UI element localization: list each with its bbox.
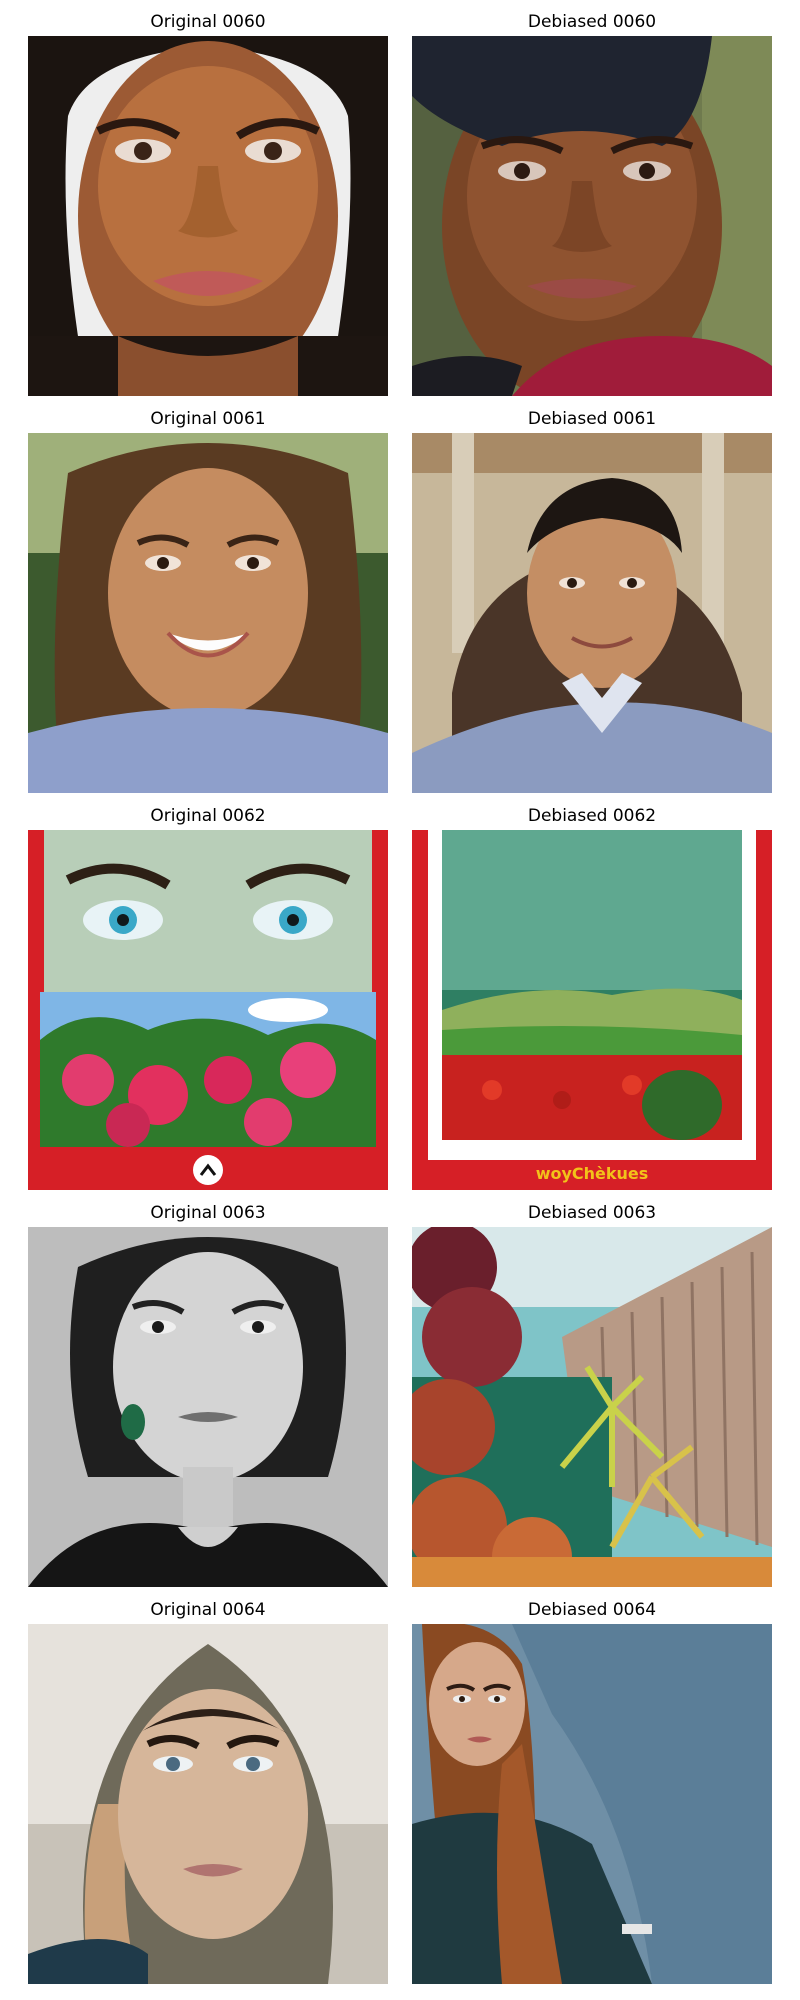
image-grid: Original 0060 Debiased 0060 Original 006… xyxy=(0,0,800,2000)
debiased-0061-caption: Debiased 0061 xyxy=(527,409,657,429)
debiased-0060-caption: Debiased 0060 xyxy=(527,12,657,32)
debiased-0061-image xyxy=(412,433,772,793)
debiased-0063-image xyxy=(412,1227,772,1587)
debiased-0062-caption: Debiased 0062 xyxy=(527,806,657,826)
original-0064-caption: Original 0064 xyxy=(150,1600,266,1620)
original-0060-caption: Original 0060 xyxy=(150,12,266,32)
original-0063-caption: Original 0063 xyxy=(150,1203,266,1223)
original-0062-image xyxy=(28,830,388,1190)
debiased-0064-caption: Debiased 0064 xyxy=(527,1600,657,1620)
original-0062-caption: Original 0062 xyxy=(150,806,266,826)
debiased-0062-image: woyChèkues xyxy=(412,830,772,1190)
original-0061-image xyxy=(28,433,388,793)
debiased-0062-overlay-text: woyChèkues xyxy=(536,1164,649,1183)
original-0060-image xyxy=(28,36,388,396)
original-0063-image xyxy=(28,1227,388,1587)
original-0064-image xyxy=(28,1624,388,1984)
debiased-0063-caption: Debiased 0063 xyxy=(527,1203,657,1223)
debiased-0060-image xyxy=(412,36,772,396)
original-0061-caption: Original 0061 xyxy=(150,409,266,429)
debiased-0064-image xyxy=(412,1624,772,1984)
